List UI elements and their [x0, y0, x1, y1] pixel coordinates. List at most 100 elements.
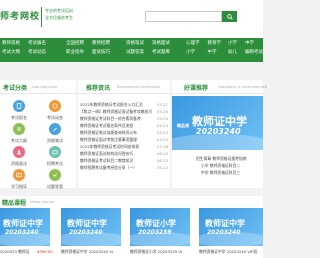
divider [172, 93, 263, 94]
search-icon [226, 13, 233, 20]
nav-item[interactable]: 小学 [228, 41, 237, 47]
category-item[interactable]: 学习指导 [2, 169, 36, 190]
category-subtitle: Learning class [32, 85, 57, 89]
nav-group-1: 教师资格 考试报名 考试大纲 考试动态 [2, 41, 46, 56]
nav-item[interactable]: 职业指导 [66, 50, 84, 56]
course-caption[interactable]: 教师资格证中学 20203240 VIP班 [61, 249, 113, 255]
nav-item[interactable]: 资格面试 [152, 41, 170, 47]
header: 师考网校 专业的考试培训 全方位服务考生 [0, 0, 263, 38]
news-item[interactable]: 教师资格证面试考前注意事项整理 03-22 [80, 137, 168, 142]
card-title: 教师证小学 [136, 219, 176, 228]
category-label: 学习指导 [11, 184, 27, 189]
nav-item[interactable]: 考试动态 [28, 50, 46, 56]
news-item[interactable]: 2022年教师资格证考试报名入口汇总 03-27 [80, 102, 168, 107]
card-title: 教师证中学 [205, 219, 245, 228]
category-item[interactable]: 试题答案 [38, 169, 72, 190]
divider [0, 93, 76, 94]
nav-group-4: 心理学 教育学 小学 中学 [186, 41, 221, 56]
banner-wave [172, 133, 263, 150]
category-item[interactable]: 资格笔试 [38, 123, 72, 144]
category-title: 考试分类 [3, 85, 28, 92]
course-caption[interactable]: 教师资格证小学 20203239 VIP班 [130, 249, 182, 255]
answer-icon [49, 169, 61, 181]
nav-item[interactable]: 幼儿 [228, 50, 237, 56]
course-card-image[interactable]: 教师证小学 20203239 [130, 208, 190, 246]
interview-icon [13, 146, 25, 158]
nav-item[interactable]: 试题答案 [126, 50, 144, 56]
nav-group-5: 小学 中学 幼儿 编制考试 [228, 41, 263, 56]
pen-icon [49, 123, 61, 135]
search-button[interactable] [222, 11, 237, 22]
category-item[interactable]: 招聘考试 [38, 146, 72, 167]
course-link[interactable]: 小学 教师资格证科目二 [201, 163, 240, 169]
card-code: 20203240 [5, 229, 39, 236]
nav-item[interactable]: 编制考试 [245, 50, 263, 56]
outline-icon [13, 123, 25, 135]
course-card-image[interactable]: 教师证中学 20203240 [199, 208, 263, 246]
course-link[interactable]: 招生简章 教师资格证报考指南 [196, 156, 247, 162]
nav-item[interactable]: 面试技巧 [92, 50, 110, 56]
news-item[interactable]: 教师招聘考试备考经验分享（一） 05-12 [80, 165, 168, 170]
nav-item[interactable]: 资格笔试 [126, 41, 144, 47]
category-item[interactable]: 资格面试 [2, 146, 36, 167]
nav-group-2: 全国招聘 教师招聘 职业指导 面试技巧 [66, 41, 110, 56]
news-item[interactable]: 教师资格证考试科目一综合素质备考 03-25 [80, 116, 168, 121]
category-label: 招聘考试 [47, 161, 63, 166]
course-card-image[interactable]: 教师证中学 20203240 [0, 208, 50, 246]
recruit-icon [49, 146, 61, 158]
nav-item[interactable]: 考试大纲 [2, 50, 20, 56]
course-price: ¥399.00 [37, 249, 53, 254]
courses-subtitle: Video courses [30, 200, 55, 204]
category-label: 资格笔试 [47, 138, 63, 143]
nav-item[interactable]: 心理学 [186, 41, 200, 47]
nav-item[interactable]: 教育学 [208, 41, 222, 47]
nav-item[interactable]: 小学 [186, 50, 200, 56]
news-icon [49, 100, 61, 112]
news-title: 推荐资讯 [86, 85, 111, 92]
banner-tag: 精品课 [177, 123, 189, 128]
category-label: 考试动态 [47, 115, 63, 120]
nav-item[interactable]: 全国招聘 [66, 41, 84, 47]
course-caption[interactable]: 2020023 教师证 [0, 249, 36, 255]
recommend-subtitle: Hospitality is recommended [218, 85, 268, 89]
register-icon [13, 100, 25, 112]
nav-item[interactable]: 中学 [208, 50, 222, 56]
banner-code: 20203240 [196, 127, 241, 136]
news-item[interactable]: 教师资格证考试科目二教育知识 06-23 [80, 158, 168, 163]
nav-item[interactable]: 考试题库 [152, 50, 170, 56]
category-label: 试题答案 [47, 184, 63, 189]
course-caption[interactable]: 教师资格证中学 20203240 VIP班 [199, 249, 261, 255]
card-title: 教师证中学 [3, 219, 43, 228]
book-icon [13, 169, 25, 181]
site-logo[interactable]: 师考网校 [0, 9, 40, 22]
course-link[interactable]: 中学 教师资格证科目三 [201, 170, 240, 176]
card-code: 20203239 [138, 229, 172, 236]
nav-item[interactable]: 教师资格 [2, 41, 20, 47]
news-item[interactable]: 教师资格证考试报名条件及流程 03-24 [80, 123, 168, 128]
category-panel: 考试分类 Learning class 考试报名 考试动态 考试大纲 资格笔试 … [0, 80, 76, 190]
recommend-title: 好课推荐 [184, 85, 209, 92]
slogan-line-1: 专业的考试培训 [45, 8, 73, 13]
nav-item[interactable]: 中学 [245, 41, 263, 47]
news-item[interactable]: 教师资格证笔试成绩查询时间公布 03-23 [80, 130, 168, 135]
category-item[interactable]: 考试报名 [2, 100, 36, 121]
news-item[interactable]: 【焦点一线】教师资格证面试备考攻略技巧 03-26 [80, 109, 168, 114]
search-input[interactable] [145, 11, 222, 22]
category-item[interactable]: 考试动态 [38, 100, 72, 121]
divider [78, 93, 170, 94]
category-item[interactable]: 考试大纲 [2, 123, 36, 144]
category-label: 考试大纲 [11, 138, 27, 143]
slogan-line-2: 全方位服务考生 [45, 15, 73, 20]
nav-group-3: 资格笔试 资格面试 试题答案 考试题库 [126, 41, 170, 56]
news-subtitle: Recommend information [117, 85, 161, 89]
card-code: 20203240 [207, 229, 241, 236]
news-item[interactable]: 教师资格证面试结构化问答技巧 06-25 [80, 151, 168, 156]
nav-item[interactable]: 考试报名 [28, 41, 46, 47]
course-card-image[interactable]: 教师证中学 20203240 [61, 208, 121, 246]
category-label: 资格面试 [11, 161, 27, 166]
course-banner[interactable]: 教师证中学 20203240 精品课 [172, 96, 263, 150]
news-item[interactable]: 2022年教师资格证考试时间安排表 07-16 [80, 144, 168, 149]
nav-item[interactable]: 教师招聘 [92, 41, 110, 47]
card-code: 20203240 [69, 229, 103, 236]
card-title: 教师证中学 [67, 219, 107, 228]
